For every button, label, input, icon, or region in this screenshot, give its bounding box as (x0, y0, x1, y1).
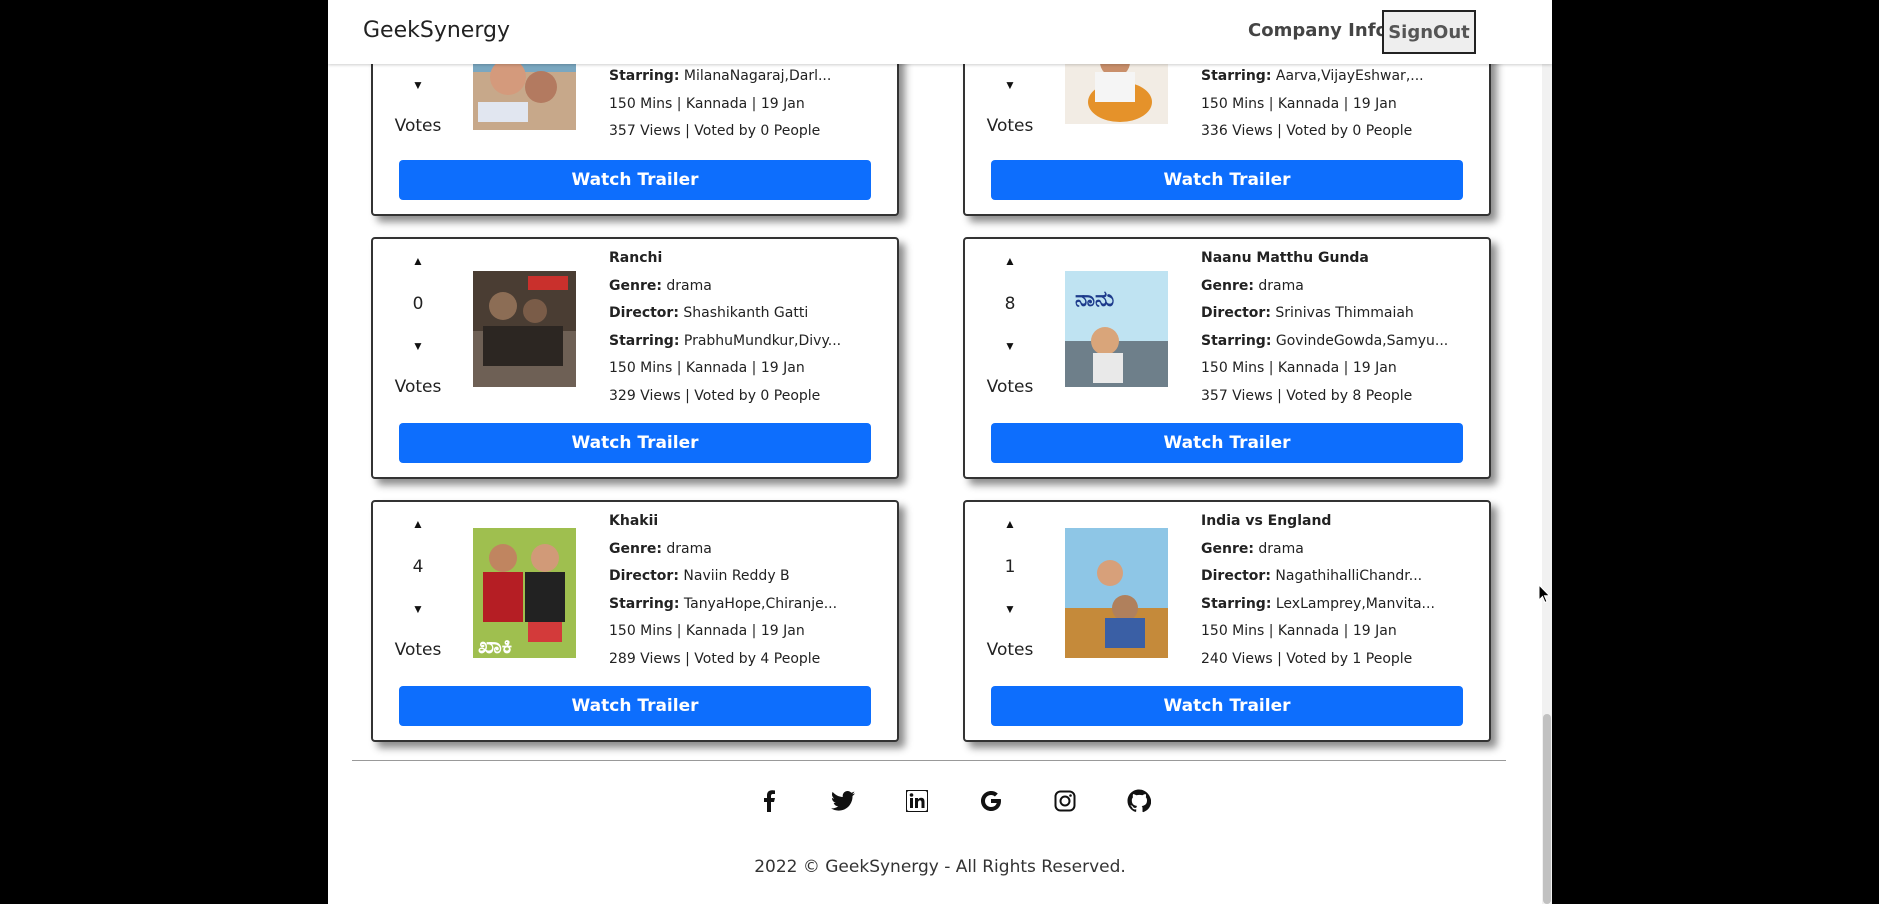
company-info-link[interactable]: Company Info (1248, 20, 1388, 41)
movie-poster (1065, 528, 1168, 658)
movie-stats: 289 Views | Voted by 4 People (609, 650, 821, 667)
movie-genre: Genre: drama (609, 277, 712, 294)
movie-starring: Starring: PrabhuMundkur,Divy... (609, 332, 842, 349)
downvote-icon[interactable]: ▼ (1004, 340, 1016, 352)
movie-card: ▲ 1 ▼ Votes India vs England Genre: dram… (963, 500, 1491, 742)
movie-starring: Starring: GovindeGowda,Samyu... (1201, 332, 1449, 349)
movie-director: Director: Naviin Reddy B (609, 568, 790, 585)
movie-title: Naanu Matthu Gunda (1201, 250, 1369, 266)
movie-card: ▲ 4 ▼ Votes ಖಾಕಿ Khakii Genre: drama Dir… (371, 500, 899, 742)
movie-poster: ನಾನು (1065, 271, 1168, 387)
movie-director: Director: NagathihalliChandr... (1201, 568, 1423, 585)
movie-title: India vs England (1201, 513, 1332, 529)
watch-trailer-button[interactable]: Watch Trailer (991, 686, 1463, 726)
movie-info: India vs England Genre: drama Director: … (1201, 508, 1435, 674)
movie-starring: Starring: LexLamprey,Manvita... (1201, 595, 1435, 612)
movie-stats: 336 Views | Voted by 0 People (1201, 123, 1413, 140)
navbar: GeekSynergy Company Info SignOut (328, 0, 1552, 64)
mouse-cursor-icon (1538, 584, 1551, 604)
watch-trailer-button[interactable]: Watch Trailer (399, 160, 871, 200)
svg-text:ಖಾಕಿ: ಖಾಕಿ (478, 634, 512, 658)
movie-card: ▲ 0 ▼ Votes Ranchi Genre: drama Director… (371, 237, 899, 479)
upvote-icon[interactable]: ▲ (412, 255, 424, 267)
movie-info: Naanu Matthu Gunda Genre: drama Director… (1201, 245, 1448, 411)
google-icon[interactable] (954, 788, 1028, 814)
movie-stats: 240 Views | Voted by 1 People (1201, 650, 1413, 667)
votes-label: Votes (986, 640, 1034, 660)
votes-label: Votes (986, 377, 1034, 397)
movie-stats: 357 Views | Voted by 8 People (1201, 387, 1413, 404)
social-links (732, 788, 1176, 814)
movie-poster (473, 271, 576, 387)
movie-genre: Genre: drama (609, 540, 712, 557)
movie-title: Khakii (609, 513, 659, 529)
linkedin-icon[interactable] (880, 788, 954, 814)
downvote-icon[interactable]: ▼ (412, 603, 424, 615)
vote-count: 0 (412, 294, 424, 314)
facebook-icon[interactable] (732, 788, 806, 814)
twitter-icon[interactable] (806, 788, 880, 814)
vote-count: 8 (1004, 294, 1016, 314)
upvote-icon[interactable]: ▲ (1004, 255, 1016, 267)
movie-starring: Starring: TanyaHope,Chiranje... (609, 595, 838, 612)
page-scrollbar[interactable] (1542, 64, 1552, 904)
movie-genre: Genre: drama (1201, 277, 1304, 294)
watch-trailer-button[interactable]: Watch Trailer (399, 686, 871, 726)
movie-director: Director: Shashikanth Gatti (609, 305, 809, 322)
movie-info: Ranchi Genre: drama Director: Shashikant… (609, 245, 841, 411)
vote-count: 1 (1004, 557, 1016, 577)
votes-label: Votes (394, 116, 442, 136)
movie-meta: 150 Mins | Kannada | 19 Jan (609, 623, 805, 640)
votes-label: Votes (986, 116, 1034, 136)
movie-stats: 357 Views | Voted by 0 People (609, 123, 821, 140)
downvote-icon[interactable]: ▼ (412, 79, 424, 91)
downvote-icon[interactable]: ▼ (1004, 603, 1016, 615)
movie-meta: 150 Mins | Kannada | 19 Jan (1201, 95, 1397, 112)
vote-count: 4 (412, 557, 424, 577)
signout-button[interactable]: SignOut (1382, 10, 1476, 54)
movie-meta: 150 Mins | Kannada | 19 Jan (1201, 360, 1397, 377)
watch-trailer-button[interactable]: Watch Trailer (991, 423, 1463, 463)
movie-meta: 150 Mins | Kannada | 19 Jan (609, 360, 805, 377)
watch-trailer-button[interactable]: Watch Trailer (399, 423, 871, 463)
upvote-icon[interactable]: ▲ (1004, 518, 1016, 530)
copyright-text: 2022 © GeekSynergy - All Rights Reserved… (754, 857, 1126, 877)
votes-label: Votes (394, 640, 442, 660)
downvote-icon[interactable]: ▼ (412, 340, 424, 352)
upvote-icon[interactable]: ▲ (412, 518, 424, 530)
svg-text:ನಾನು: ನಾನು (1075, 287, 1114, 312)
movie-starring: Starring: Aarva,VijayEshwar,... (1201, 68, 1424, 84)
scrollbar-thumb[interactable] (1543, 714, 1551, 904)
movie-meta: 150 Mins | Kannada | 19 Jan (1201, 623, 1397, 640)
movie-starring: Starring: MilanaNagaraj,Darl... (609, 68, 832, 84)
movie-genre: Genre: drama (1201, 540, 1304, 557)
downvote-icon[interactable]: ▼ (1004, 79, 1016, 91)
movie-info: Khakii Genre: drama Director: Naviin Red… (609, 508, 837, 674)
movie-poster: ಖಾಕಿ (473, 528, 576, 658)
github-icon[interactable] (1102, 788, 1176, 814)
movie-meta: 150 Mins | Kannada | 19 Jan (609, 95, 805, 112)
instagram-icon[interactable] (1028, 788, 1102, 814)
brand-logo[interactable]: GeekSynergy (363, 18, 510, 43)
votes-label: Votes (394, 377, 442, 397)
movie-director: Director: Srinivas Thimmaiah (1201, 305, 1414, 322)
movie-card: ▲ 8 ▼ Votes ನಾನು Naanu Matthu Gunda Genr… (963, 237, 1491, 479)
watch-trailer-button[interactable]: Watch Trailer (991, 160, 1463, 200)
footer-divider (352, 760, 1506, 761)
movie-title: Ranchi (609, 250, 663, 266)
page-viewport: ▼ Votes Starring: MilanaNagaraj,Darl... … (328, 0, 1552, 904)
movie-stats: 329 Views | Voted by 0 People (609, 387, 821, 404)
movie-info: Starring: MilanaNagaraj,Darl... 150 Mins… (609, 63, 831, 146)
movie-info: Starring: Aarva,VijayEshwar,... 150 Mins… (1201, 63, 1424, 146)
